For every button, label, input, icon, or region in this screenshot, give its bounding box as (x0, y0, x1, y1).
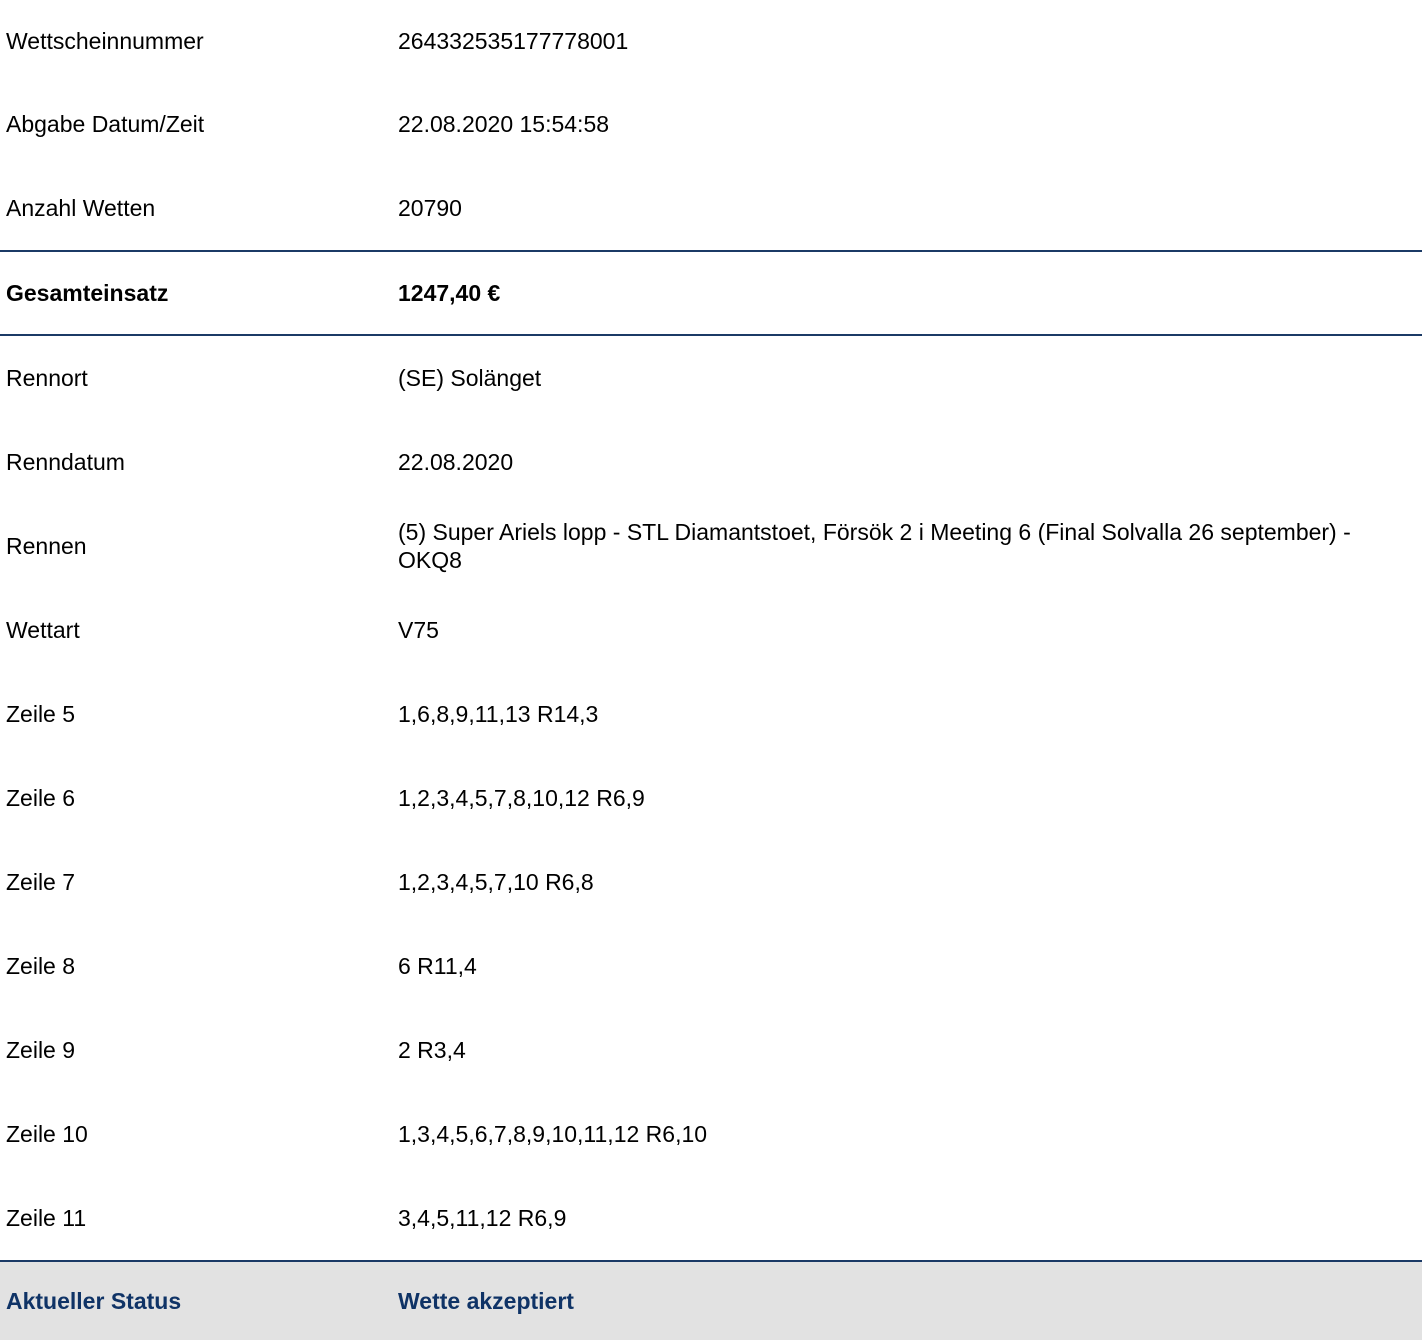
ticket-number-label: Wettscheinnummer (6, 28, 204, 54)
selection-line-label: Zeile 11 (6, 1205, 87, 1231)
selection-line-row: Zeile 5 1,6,8,9,11,13 R14,3 (0, 672, 1422, 756)
race-date-value: 22.08.2020 (398, 449, 514, 475)
selection-line-value: 1,6,8,9,11,13 R14,3 (398, 701, 599, 727)
bet-count-row: Anzahl Wetten 20790 (0, 166, 1422, 250)
selection-line-label: Zeile 6 (6, 785, 76, 811)
selection-line-value: 6 R11,4 (398, 953, 477, 979)
selection-line-value: 1,2,3,4,5,7,8,10,12 R6,9 (398, 785, 645, 811)
selection-line-row: Zeile 8 6 R11,4 (0, 924, 1422, 1008)
submission-datetime-value: 22.08.2020 15:54:58 (398, 111, 610, 137)
bet-type-label: Wettart (6, 617, 80, 643)
bet-ticket-details: Wettscheinnummer 264332535177778001 Abga… (0, 0, 1422, 1340)
race-date-label: Renndatum (6, 449, 125, 475)
selection-line-row: Zeile 7 1,2,3,4,5,7,10 R6,8 (0, 840, 1422, 924)
bet-count-value: 20790 (398, 195, 462, 221)
race-row: Rennen (5) Super Ariels lopp - STL Diama… (0, 504, 1422, 588)
bet-type-value: V75 (398, 617, 439, 643)
selection-line-value: 1,2,3,4,5,7,10 R6,8 (398, 869, 594, 895)
ticket-number-row: Wettscheinnummer 264332535177778001 (0, 0, 1422, 82)
selection-line-value: 1,3,4,5,6,7,8,9,10,11,12 R6,10 (398, 1121, 708, 1147)
race-date-row: Renndatum 22.08.2020 (0, 420, 1422, 504)
selection-line-row: Zeile 11 3,4,5,11,12 R6,9 (0, 1176, 1422, 1260)
venue-value: (SE) Solänget (398, 365, 542, 391)
race-value: (5) Super Ariels lopp - STL Diamantstoet… (398, 519, 1351, 573)
total-stake-label: Gesamteinsatz (6, 280, 169, 306)
selection-line-row: Zeile 10 1,3,4,5,6,7,8,9,10,11,12 R6,10 (0, 1092, 1422, 1176)
submission-datetime-label: Abgabe Datum/Zeit (6, 111, 205, 137)
current-status-value: Wette akzeptiert (398, 1288, 574, 1314)
selection-line-row: Zeile 9 2 R3,4 (0, 1008, 1422, 1092)
selection-line-row: Zeile 6 1,2,3,4,5,7,8,10,12 R6,9 (0, 756, 1422, 840)
total-stake-row: Gesamteinsatz 1247,40 € (0, 250, 1422, 336)
race-label: Rennen (6, 533, 87, 559)
total-stake-value: 1247,40 € (398, 280, 501, 306)
current-status-row: Aktueller Status Wette akzeptiert (0, 1260, 1422, 1340)
selection-line-label: Zeile 10 (6, 1121, 88, 1147)
selection-line-value: 3,4,5,11,12 R6,9 (398, 1205, 567, 1231)
selection-line-value: 2 R3,4 (398, 1037, 466, 1063)
selection-line-label: Zeile 8 (6, 953, 76, 979)
selection-line-label: Zeile 9 (6, 1037, 76, 1063)
bet-count-label: Anzahl Wetten (6, 195, 156, 221)
ticket-number-value: 264332535177778001 (398, 28, 629, 54)
submission-datetime-row: Abgabe Datum/Zeit 22.08.2020 15:54:58 (0, 82, 1422, 166)
bet-type-row: Wettart V75 (0, 588, 1422, 672)
venue-label: Rennort (6, 365, 88, 391)
selection-line-label: Zeile 5 (6, 701, 76, 727)
current-status-label: Aktueller Status (6, 1288, 182, 1314)
venue-row: Rennort (SE) Solänget (0, 336, 1422, 420)
selection-line-label: Zeile 7 (6, 869, 76, 895)
